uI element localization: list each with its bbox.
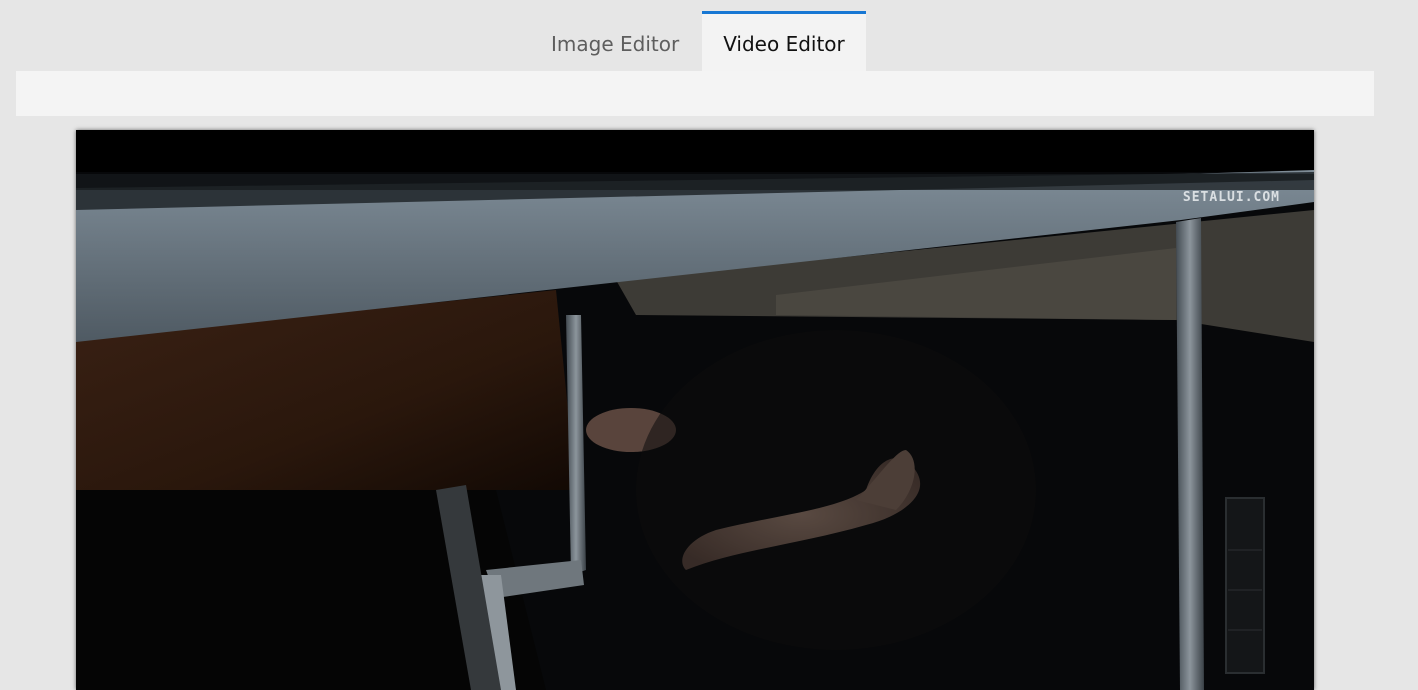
tab-video-editor[interactable]: Video Editor	[702, 11, 866, 71]
tab-image-editor-label: Image Editor	[551, 31, 680, 56]
video-preview[interactable]: SETALUI.COM	[76, 130, 1314, 690]
editor-toolbar	[16, 71, 1374, 116]
editor-tab-bar: Image Editor Video Editor	[528, 11, 866, 71]
tab-video-editor-label: Video Editor	[723, 31, 845, 56]
video-frame-image	[76, 130, 1314, 690]
video-watermark: SETALUI.COM	[1182, 190, 1280, 205]
tab-image-editor[interactable]: Image Editor	[528, 11, 702, 71]
